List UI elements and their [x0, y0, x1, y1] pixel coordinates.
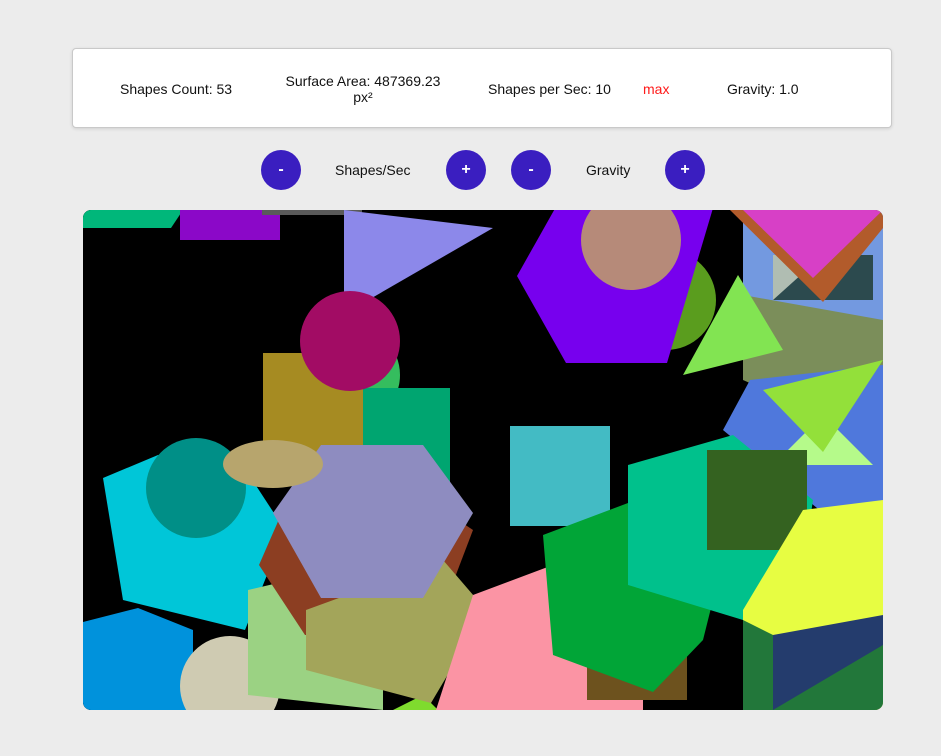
- shapes-per-sec-stat: Shapes per Sec: 10: [488, 81, 611, 97]
- stats-panel: Shapes Count: 53 Surface Area: 487369.23…: [72, 48, 892, 128]
- surface-area-stat: Surface Area: 487369.23 px²: [278, 73, 448, 105]
- max-indicator: max: [643, 81, 670, 97]
- surface-area-value: Surface Area: 487369.23: [285, 73, 441, 89]
- shapes-count-stat: Shapes Count: 53: [120, 81, 233, 97]
- gravity-stat: Gravity: 1.0: [727, 81, 799, 97]
- green-shape: [83, 210, 183, 228]
- gravity-label: Gravity: [586, 162, 631, 178]
- game-canvas[interactable]: [83, 210, 883, 710]
- decrease-rate-button[interactable]: -: [261, 150, 301, 190]
- controls-bar: - Shapes/Sec + - Gravity +: [0, 150, 941, 190]
- increase-gravity-button[interactable]: +: [665, 150, 705, 190]
- crimson-circle: [300, 291, 400, 391]
- sand-ellipse: [223, 440, 323, 488]
- cyan-square: [510, 426, 610, 526]
- surface-area-unit: px²: [353, 89, 373, 105]
- shapes-canvas-svg: [83, 210, 883, 710]
- decrease-gravity-button[interactable]: -: [511, 150, 551, 190]
- increase-rate-button[interactable]: +: [446, 150, 486, 190]
- rate-label: Shapes/Sec: [335, 162, 411, 178]
